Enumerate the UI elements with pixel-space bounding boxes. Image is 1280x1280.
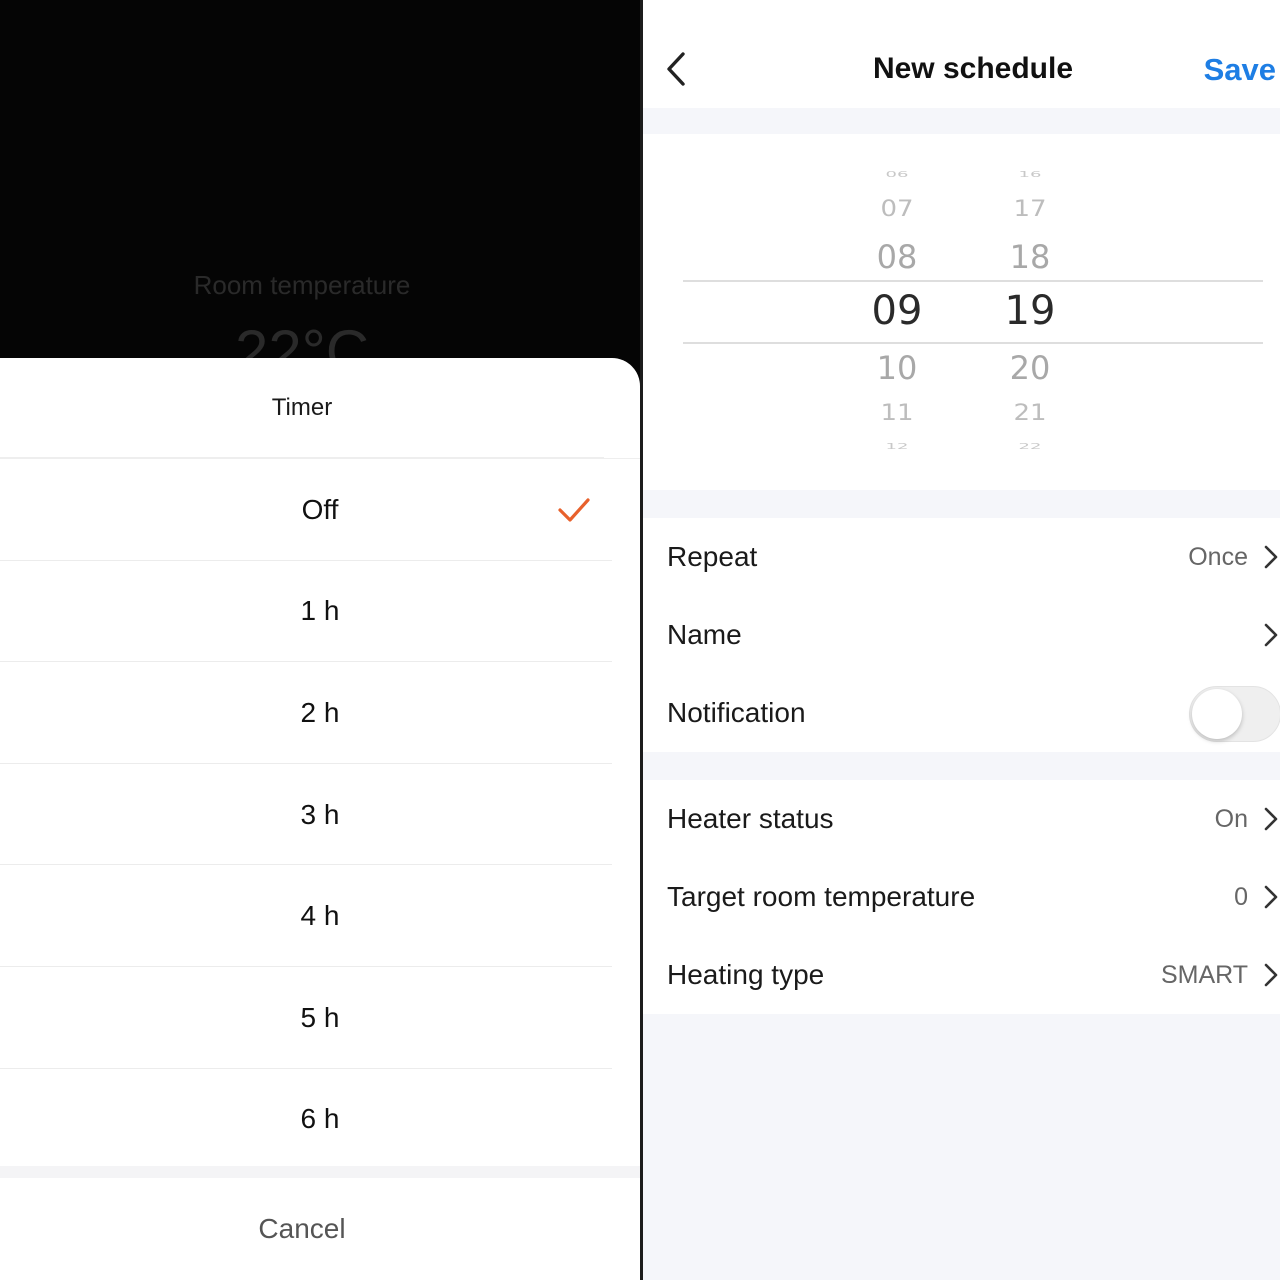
notification-row: Notification xyxy=(643,674,1280,752)
room-temperature-label: Room temperature xyxy=(193,270,411,300)
repeat-row[interactable]: Repeat Once xyxy=(643,518,1280,596)
notification-toggle[interactable] xyxy=(1189,686,1280,742)
repeat-label: Repeat xyxy=(667,541,758,572)
option-label: 3 h xyxy=(300,798,340,830)
target-room-temperature-row[interactable]: Target room temperature 0 xyxy=(643,858,1280,936)
timer-option-2h[interactable]: 2 h xyxy=(0,662,640,764)
hour-selected: 09 xyxy=(871,288,923,334)
hour-item: 10 xyxy=(876,349,918,387)
checkmark-icon xyxy=(558,498,590,522)
sheet-title: Timer xyxy=(0,358,604,458)
timer-option-4h[interactable]: 4 h xyxy=(0,865,640,967)
timer-screen: Room temperature 22°C Timer Off 1 h 2 h xyxy=(0,0,640,1280)
timer-option-6h[interactable]: 6 h xyxy=(0,1069,640,1171)
hour-item: 11 xyxy=(880,400,914,426)
option-label: 2 h xyxy=(300,696,340,728)
hour-item: 07 xyxy=(880,196,914,222)
heater-status-label: Heater status xyxy=(667,803,834,834)
screen: Room temperature 22°C Timer Off 1 h 2 h xyxy=(0,0,1280,1280)
option-label: Off xyxy=(301,493,339,525)
hour-item: 08 xyxy=(876,238,918,276)
minute-item: 18 xyxy=(1009,238,1051,276)
minute-item: 17 xyxy=(1013,196,1047,222)
option-label: 5 h xyxy=(300,1001,340,1033)
heating-type-row[interactable]: Heating type SMART xyxy=(643,936,1280,1014)
cancel-button[interactable]: Cancel xyxy=(0,1178,604,1280)
timer-action-sheet: Timer Off 1 h 2 h 3 h 4 h 5 h 6 h Cancel xyxy=(0,358,640,1280)
chevron-right-icon xyxy=(1264,885,1278,909)
chevron-right-icon xyxy=(1264,963,1278,987)
timer-option-off[interactable]: Off xyxy=(0,459,640,561)
sheet-separator xyxy=(0,1166,640,1178)
target-room-temperature-label: Target room temperature xyxy=(667,881,976,912)
repeat-value: Once xyxy=(1188,542,1248,571)
timer-options: Off 1 h 2 h 3 h 4 h 5 h 6 h xyxy=(0,459,640,1170)
timer-option-1h[interactable]: 1 h xyxy=(0,561,640,663)
minute-wheel[interactable]: 16 17 18 19 20 21 22 xyxy=(970,134,1090,490)
timer-option-5h[interactable]: 5 h xyxy=(0,967,640,1069)
save-button[interactable]: Save xyxy=(1204,52,1276,88)
hour-wheel[interactable]: 06 07 08 09 10 11 12 xyxy=(837,134,957,490)
heating-type-label: Heating type xyxy=(667,959,825,990)
notification-label: Notification xyxy=(667,697,806,728)
chevron-right-icon xyxy=(1264,807,1278,831)
time-picker: 06 07 08 09 10 11 12 16 17 18 19 20 21 2… xyxy=(643,134,1280,490)
option-label: 4 h xyxy=(300,900,340,932)
page-title: New schedule xyxy=(872,52,1074,85)
target-room-temperature-value: 0 xyxy=(1234,882,1248,911)
name-row[interactable]: Name xyxy=(643,596,1280,674)
heater-status-row[interactable]: Heater status On xyxy=(643,780,1280,858)
option-label: 6 h xyxy=(300,1103,340,1135)
new-schedule-screen: New schedule Save 06 07 08 09 10 11 12 1… xyxy=(643,0,1280,1280)
minute-item: 20 xyxy=(1009,349,1051,387)
hour-item: 06 xyxy=(885,169,909,180)
minute-item: 21 xyxy=(1013,400,1047,426)
heater-status-value: On xyxy=(1214,804,1248,833)
navigation-bar: New schedule Save xyxy=(643,0,1280,108)
hour-item: 12 xyxy=(885,441,909,452)
minute-item: 22 xyxy=(1018,441,1042,452)
option-label: 1 h xyxy=(300,595,340,627)
heater-settings-group: Heater status On Target room temperature… xyxy=(643,780,1280,1014)
schedule-settings-group: Repeat Once Name Notification xyxy=(643,518,1280,752)
name-label: Name xyxy=(667,619,742,650)
minute-item: 16 xyxy=(1018,169,1042,180)
chevron-right-icon xyxy=(1264,623,1278,647)
minute-selected: 19 xyxy=(1004,288,1056,334)
heating-type-value: SMART xyxy=(1160,960,1248,989)
timer-option-3h[interactable]: 3 h xyxy=(0,764,640,866)
chevron-right-icon xyxy=(1264,545,1278,569)
toggle-knob xyxy=(1192,689,1242,739)
